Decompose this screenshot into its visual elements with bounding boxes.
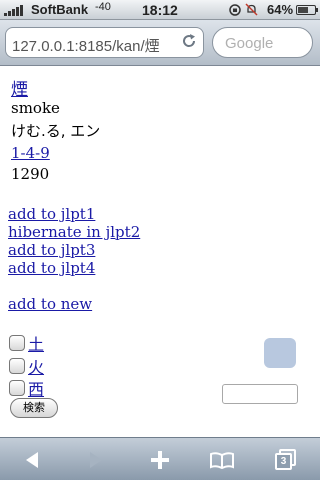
search-field[interactable]: Google	[212, 27, 313, 58]
radical-row: 火	[9, 354, 44, 378]
radical-row: 土	[9, 331, 44, 355]
radical-checkbox[interactable]	[9, 358, 25, 374]
add-to-jlpt3-link[interactable]: add to jlpt3	[8, 241, 95, 259]
reload-icon[interactable]	[180, 32, 198, 50]
add-to-jlpt1-link[interactable]: add to jlpt1	[8, 205, 95, 223]
signal-bars-icon	[4, 5, 23, 16]
add-bookmark-button[interactable]	[142, 438, 178, 480]
page-content: 煙 smoke けむ.る, エン 1-4-9 1290 add to jlpt1…	[0, 67, 320, 437]
radical-link[interactable]: 火	[28, 354, 44, 378]
radical-link[interactable]: 土	[28, 331, 44, 355]
url-field[interactable]: 127.0.0.1:8185/kan/煙	[5, 27, 204, 58]
lock-rotation-icon	[229, 3, 241, 16]
back-button[interactable]	[14, 438, 50, 480]
radical-checkbox[interactable]	[9, 380, 25, 396]
radical-row: 西	[9, 376, 44, 400]
pages-button[interactable]: 3	[266, 438, 306, 480]
kanji-readings: けむ.る, エン	[11, 122, 101, 140]
bookmarks-button[interactable]	[203, 438, 241, 480]
alarm-off-icon	[245, 3, 258, 16]
kanji-code-link[interactable]: 1-4-9	[11, 144, 50, 162]
kanji-meaning: smoke	[11, 99, 60, 117]
battery-icon	[296, 5, 318, 15]
radical-checkbox[interactable]	[9, 335, 25, 351]
forward-icon	[90, 451, 102, 468]
search-button[interactable]: 検索	[10, 398, 58, 418]
back-icon	[26, 451, 38, 468]
radical-link[interactable]: 西	[28, 376, 44, 400]
pages-icon: 3	[274, 448, 298, 471]
bookmarks-icon	[210, 451, 234, 469]
carrier-name: SoftBank	[31, 2, 89, 17]
status-bar: SoftBank -40 18:12 64%	[0, 0, 320, 20]
forward-button[interactable]	[78, 438, 114, 480]
clock: 18:12	[142, 2, 178, 18]
bottom-toolbar: 3	[0, 437, 320, 480]
battery-percent: 64%	[267, 2, 294, 17]
address-bar: 127.0.0.1:8185/kan/煙 Google	[0, 20, 320, 66]
tabs-count: 3	[275, 452, 292, 470]
hibernate-in-jlpt2-link[interactable]: hibernate in jlpt2	[8, 223, 140, 241]
add-to-new-link[interactable]: add to new	[8, 295, 92, 313]
text-input[interactable]	[222, 384, 298, 404]
add-to-jlpt4-link[interactable]: add to jlpt4	[8, 259, 95, 277]
kanji-number: 1290	[11, 165, 50, 183]
color-swatch[interactable]	[264, 338, 296, 368]
add-icon	[151, 450, 169, 469]
signal-strength: -40	[95, 1, 111, 13]
kanji-link[interactable]: 煙	[11, 75, 28, 100]
